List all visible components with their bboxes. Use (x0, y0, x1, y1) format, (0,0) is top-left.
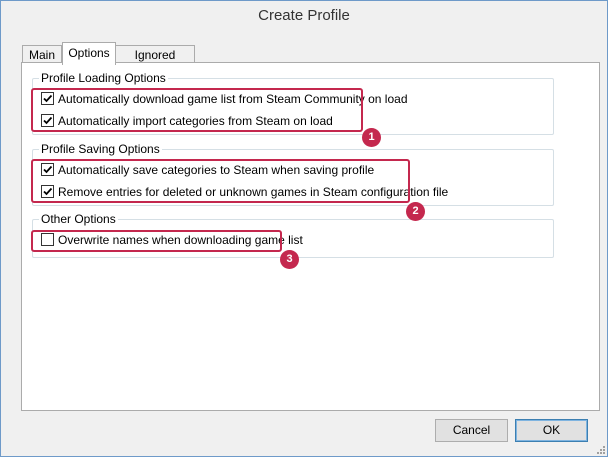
overwrite-names-checkbox[interactable] (41, 233, 54, 246)
remove-entries-checkbox[interactable] (41, 185, 54, 198)
profile-saving-group-label: Profile Saving Options (39, 142, 162, 156)
overwrite-names-label[interactable]: Overwrite names when downloading game li… (58, 232, 303, 248)
checkmark-icon (43, 165, 53, 174)
profile-loading-group: Profile Loading Options Automatically do… (32, 71, 554, 135)
checkmark-icon (43, 94, 53, 103)
profile-loading-group-label: Profile Loading Options (39, 71, 168, 85)
annotation-marker-2: 2 (406, 202, 425, 221)
other-options-group-label: Other Options (39, 212, 118, 226)
import-categories-checkbox[interactable] (41, 114, 54, 127)
remove-entries-label[interactable]: Remove entries for deleted or unknown ga… (58, 184, 448, 200)
options-panel: Profile Loading Options Automatically do… (21, 62, 600, 411)
annotation-marker-3: 3 (280, 250, 299, 269)
resize-grip-icon[interactable] (595, 444, 605, 454)
ok-button[interactable]: OK (515, 419, 588, 442)
download-game-list-checkbox[interactable] (41, 92, 54, 105)
import-categories-label[interactable]: Automatically import categories from Ste… (58, 113, 333, 129)
checkmark-icon (43, 116, 53, 125)
title-bar: Create Profile (1, 1, 607, 31)
annotation-marker-1: 1 (362, 128, 381, 147)
save-categories-label[interactable]: Automatically save categories to Steam w… (58, 162, 374, 178)
profile-saving-group: Profile Saving Options Automatically sav… (32, 142, 554, 206)
checkmark-icon (43, 187, 53, 196)
tab-options[interactable]: Options (62, 42, 116, 65)
save-categories-checkbox[interactable] (41, 163, 54, 176)
cancel-button[interactable]: Cancel (435, 419, 508, 442)
window-title: Create Profile (258, 7, 350, 24)
create-profile-dialog: Create Profile Main Options Ignored Game… (0, 0, 608, 457)
download-game-list-label[interactable]: Automatically download game list from St… (58, 91, 408, 107)
